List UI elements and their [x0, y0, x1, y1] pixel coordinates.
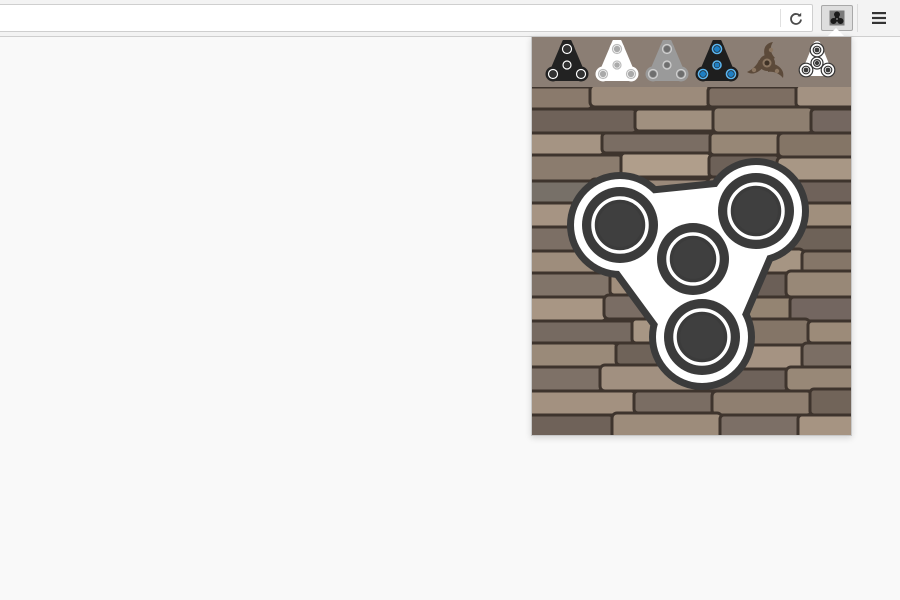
- hamburger-menu-icon: [872, 12, 886, 24]
- bearing-bottom: [664, 299, 740, 375]
- spinner-choice-black[interactable]: [542, 40, 592, 84]
- spinner-choice-brown[interactable]: [742, 40, 792, 84]
- url-bar-divider: [780, 9, 781, 27]
- browser-toolbar: [0, 0, 900, 37]
- fidget-spinner-icon: [829, 10, 845, 26]
- spinner-choice-gray[interactable]: [642, 40, 692, 84]
- spinner-choice-blue-black[interactable]: [692, 40, 742, 84]
- url-bar[interactable]: [0, 4, 813, 32]
- url-input[interactable]: [6, 8, 770, 30]
- bearing-center: [657, 223, 729, 295]
- black-spinner-icon: [545, 40, 589, 82]
- popup-arrow: [828, 28, 844, 36]
- spinner-choice-white-ring[interactable]: [792, 40, 842, 84]
- white-ring-spinner-icon: [798, 41, 836, 78]
- gray-spinner-icon: [645, 40, 689, 82]
- spinner-picker: [532, 37, 851, 87]
- menu-button[interactable]: [866, 6, 892, 30]
- toolbar-divider: [857, 4, 858, 32]
- reload-icon: [790, 12, 802, 25]
- spinner-choice-white[interactable]: [592, 40, 642, 84]
- spinner-popup: [531, 36, 852, 436]
- bearing-right: [718, 173, 794, 249]
- blue-black-spinner-icon: [695, 40, 739, 82]
- bearing-left: [582, 187, 658, 263]
- spinner-stage: [532, 83, 852, 436]
- white-spinner-icon: [595, 40, 639, 82]
- reload-button[interactable]: [785, 8, 807, 29]
- fidget-spinner[interactable]: [532, 87, 852, 436]
- brown-spinner-icon: [747, 42, 784, 78]
